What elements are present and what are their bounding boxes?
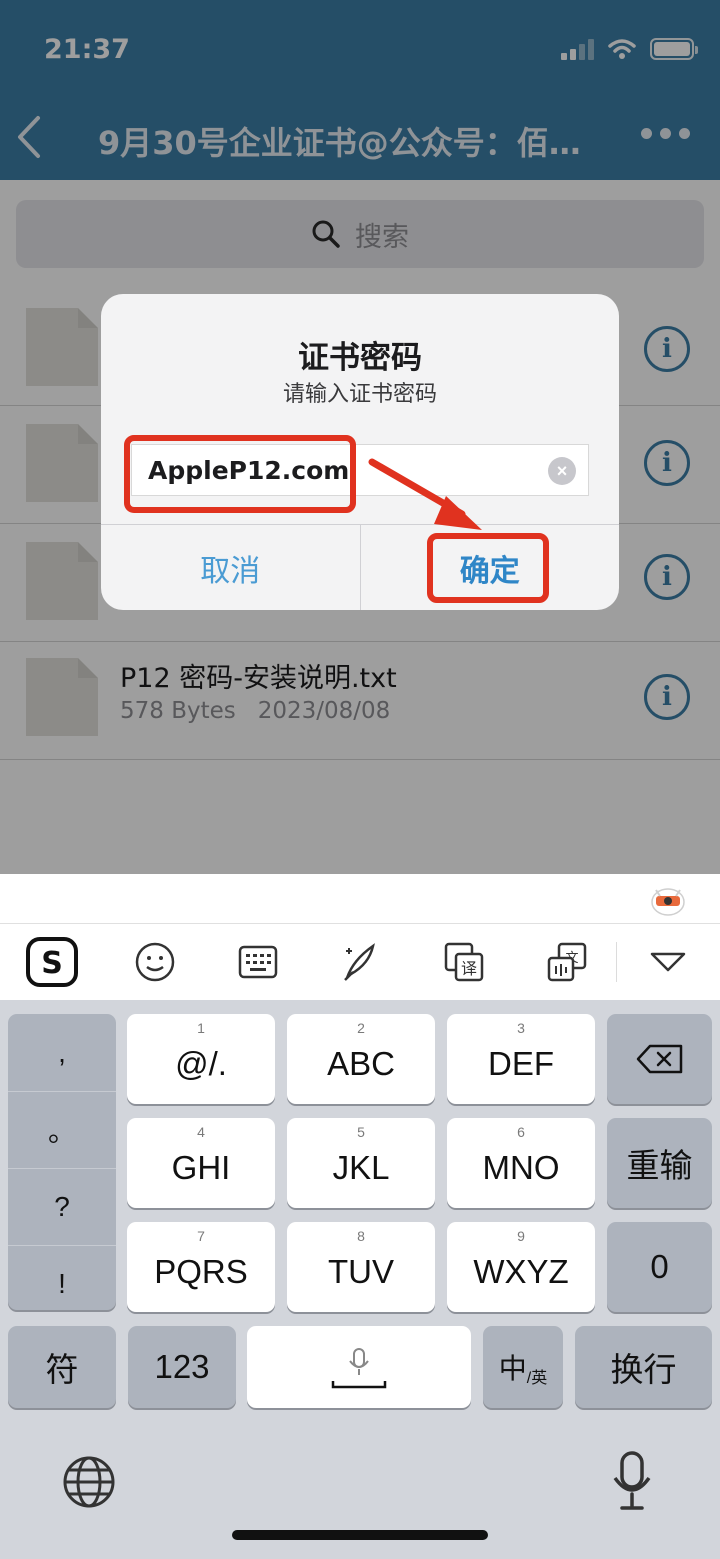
key-1[interactable]: 1 @/.	[127, 1014, 275, 1104]
key-number: 1	[197, 1020, 205, 1036]
key-label: PQRS	[154, 1253, 248, 1290]
home-indicator	[232, 1530, 488, 1540]
punct-period[interactable]: 。	[8, 1091, 116, 1168]
lang-main-label: 中	[498, 1353, 527, 1384]
keyboard-layout-icon[interactable]	[232, 936, 284, 988]
key-label: MNO	[482, 1149, 560, 1186]
key-8[interactable]: 8 TUV	[287, 1222, 435, 1312]
input-highlight-box	[124, 435, 356, 513]
cancel-button[interactable]: 取消	[101, 525, 360, 610]
lang-sub-label: /英	[526, 1370, 548, 1387]
dialog-subtitle: 请输入证书密码	[282, 382, 437, 407]
annotation-arrow-icon	[368, 458, 482, 530]
key-2[interactable]: 2 ABC	[287, 1014, 435, 1104]
keyboard-keys: , 。 ? ! 1 @/. 2 ABC 3 DEF 4 GHI 5 JKL 6 …	[0, 1000, 720, 1559]
key-4[interactable]: 4 GHI	[127, 1118, 275, 1208]
space-key[interactable]	[247, 1326, 471, 1408]
backspace-icon	[636, 1044, 682, 1074]
key-label: WXYZ	[473, 1253, 569, 1290]
key-number: 5	[357, 1124, 365, 1140]
key-label: TUV	[328, 1253, 394, 1290]
punctuation-column: , 。 ? !	[8, 1014, 116, 1310]
emoji-icon[interactable]	[129, 936, 181, 988]
key-5[interactable]: 5 JKL	[287, 1118, 435, 1208]
dialog-title: 证书密码	[298, 340, 422, 376]
symbols-key[interactable]: 符	[8, 1326, 116, 1408]
key-label: @/.	[175, 1045, 227, 1082]
key-label: GHI	[171, 1149, 231, 1186]
voice-translate-icon[interactable]: 文	[541, 936, 593, 988]
sogou-logo-icon[interactable]: S	[26, 936, 78, 988]
clear-input-icon[interactable]: ×	[548, 457, 576, 485]
punct-exclamation[interactable]: !	[8, 1245, 116, 1322]
translate-icon[interactable]: 译	[438, 936, 490, 988]
key-7[interactable]: 7 PQRS	[127, 1222, 275, 1312]
punct-question[interactable]: ?	[8, 1168, 116, 1245]
retype-key[interactable]: 重输	[607, 1118, 712, 1208]
key-0[interactable]: 0	[607, 1222, 712, 1312]
collapse-keyboard-icon[interactable]	[642, 936, 694, 988]
space-mic-icon	[331, 1348, 387, 1389]
keyboard-top-strip	[0, 874, 720, 924]
mascot-icon[interactable]	[650, 884, 686, 916]
key-label: DEF	[488, 1045, 554, 1082]
key-6[interactable]: 6 MNO	[447, 1118, 595, 1208]
punct-comma[interactable]: ,	[8, 1014, 116, 1091]
language-switch-key[interactable]: 中/英	[483, 1326, 563, 1408]
numbers-key[interactable]: 123	[128, 1326, 236, 1408]
toolbar-divider	[616, 942, 617, 982]
key-number: 7	[197, 1228, 205, 1244]
key-number: 6	[517, 1124, 525, 1140]
key-9[interactable]: 9 WXYZ	[447, 1222, 595, 1312]
key-label: ABC	[327, 1045, 395, 1082]
return-key[interactable]: 换行	[575, 1326, 712, 1408]
key-number: 8	[357, 1228, 365, 1244]
key-number: 4	[197, 1124, 205, 1140]
key-label: JKL	[332, 1149, 390, 1186]
globe-icon[interactable]	[62, 1455, 116, 1509]
keyboard-toolbar: S 译 文	[0, 924, 720, 1000]
key-number: 3	[517, 1020, 525, 1036]
handwriting-icon[interactable]	[335, 936, 387, 988]
svg-text:译: 译	[461, 959, 477, 978]
svg-text:S: S	[41, 946, 63, 981]
dictation-mic-icon[interactable]	[610, 1450, 654, 1512]
key-3[interactable]: 3 DEF	[447, 1014, 595, 1104]
key-number: 9	[517, 1228, 525, 1244]
key-number: 2	[357, 1020, 365, 1036]
backspace-key[interactable]	[607, 1014, 712, 1104]
